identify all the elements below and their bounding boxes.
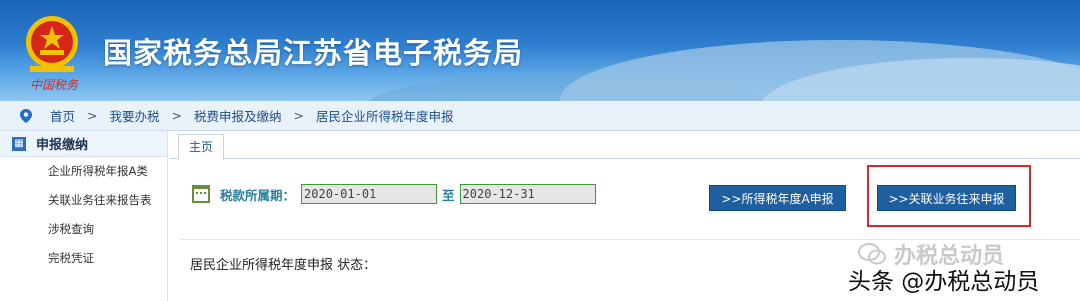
sidebar-item-annual-report-a[interactable]: 企业所得税年报A类: [0, 157, 167, 186]
annual-a-declare-button[interactable]: >>所得税年度A申报: [709, 185, 846, 211]
related-transactions-declare-button[interactable]: >>关联业务往来申报: [877, 185, 1016, 211]
breadcrumb-item[interactable]: 我要办税: [110, 106, 160, 125]
sidebar-item-related-transactions[interactable]: 关联业务往来报告表: [0, 186, 167, 215]
breadcrumb-separator: >: [87, 108, 98, 123]
sidebar-item-tax-query[interactable]: 涉税查询: [0, 215, 167, 244]
breadcrumb-home[interactable]: 首页: [50, 106, 75, 125]
sidebar-section-title: 申报缴纳: [36, 138, 89, 153]
breadcrumb-current[interactable]: 居民企业所得税年度申报: [316, 106, 454, 125]
tax-emblem-icon: [26, 16, 78, 72]
tax-period-row: 税款所属期： 2020-01-01 至 2020-12-31: [192, 184, 596, 204]
logo-text: 中国税务: [30, 78, 79, 92]
toutiao-watermark: 头条 @办税总动员: [848, 269, 1040, 295]
location-pin-icon: [20, 108, 32, 123]
period-label: 税款所属期：: [220, 187, 296, 203]
tab-home[interactable]: 主页: [178, 134, 224, 160]
site-title: 国家税务总局江苏省电子税务局: [103, 36, 524, 70]
declaration-status-text: 居民企业所得税年度申报 状态：: [190, 258, 377, 273]
sidebar: ▦ 申报缴纳 企业所得税年报A类 关联业务往来报告表 涉税查询 完税凭证: [0, 131, 168, 301]
breadcrumb: 首页 > 我要办税 > 税费申报及缴纳 > 居民企业所得税年度申报: [0, 101, 1080, 131]
period-start-field[interactable]: 2020-01-01: [301, 184, 438, 204]
sidebar-item-tax-certificate[interactable]: 完税凭证: [0, 244, 167, 273]
breadcrumb-item[interactable]: 税费申报及缴纳: [194, 106, 282, 125]
sidebar-section-header[interactable]: ▦ 申报缴纳: [0, 131, 167, 157]
period-end-field[interactable]: 2020-12-31: [459, 184, 596, 204]
header-banner: 中国税务 国家税务总局江苏省电子税务局: [0, 0, 1080, 101]
calendar-icon: [192, 185, 210, 203]
period-to-label: 至: [442, 187, 455, 203]
tab-bar: 主页: [170, 131, 1080, 160]
breadcrumb-separator: >: [171, 108, 182, 123]
breadcrumb-separator: >: [293, 108, 304, 123]
grid-icon: ▦: [12, 136, 26, 151]
